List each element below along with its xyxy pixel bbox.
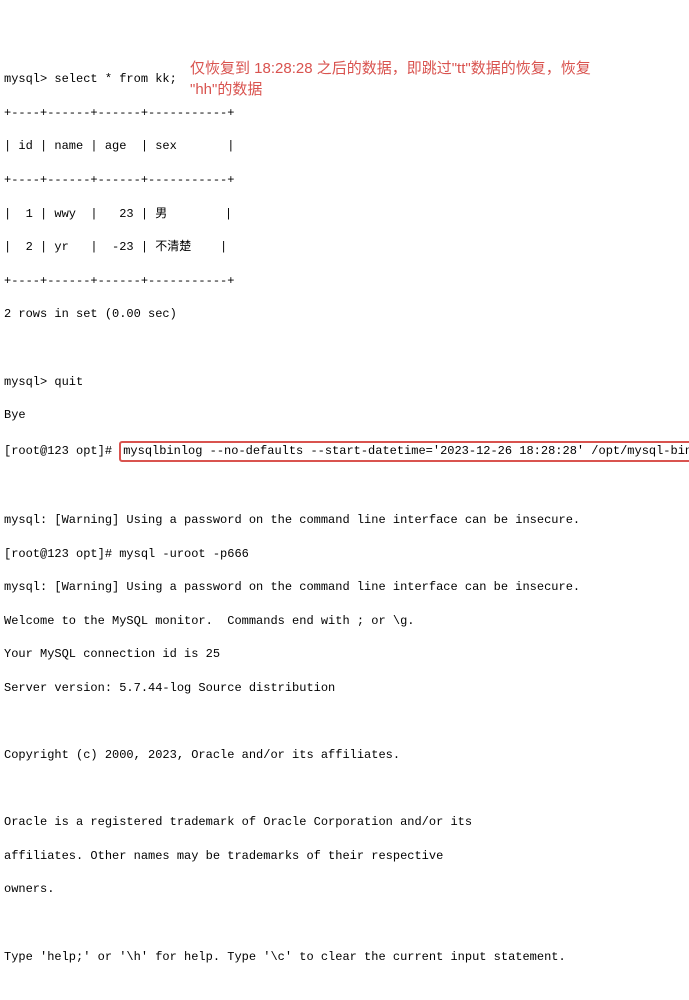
table-sep: +----+------+------+-----------+ (4, 172, 685, 189)
table-row: | 2 | yr | -23 | 不清楚 | (4, 239, 685, 256)
welcome: Server version: 5.7.44-log Source distri… (4, 680, 685, 697)
copyright: Copyright (c) 2000, 2023, Oracle and/or … (4, 747, 685, 764)
shell-line: [root@123 opt]# mysqlbinlog --no-default… (4, 441, 685, 462)
table-row: | 1 | wwy | 23 | 男 | (4, 206, 685, 223)
bye-msg: Bye (4, 407, 685, 424)
help-text: Type 'help;' or '\h' for help. Type '\c'… (4, 949, 685, 966)
trademark: affiliates. Other names may be trademark… (4, 848, 685, 865)
welcome: Welcome to the MySQL monitor. Commands e… (4, 613, 685, 630)
warning: mysql: [Warning] Using a password on the… (4, 579, 685, 596)
table-sep: +----+------+------+-----------+ (4, 105, 685, 122)
binlog-command-highlight: mysqlbinlog --no-defaults --start-dateti… (119, 441, 689, 462)
annotation-text: 仅恢复到 18:28:28 之后的数据，即跳过"tt"数据的恢复，恢复 "hh"… (190, 58, 670, 100)
table-header: | id | name | age | sex | (4, 138, 685, 155)
trademark: owners. (4, 881, 685, 898)
table-sep: +----+------+------+-----------+ (4, 273, 685, 290)
trademark: Oracle is a registered trademark of Orac… (4, 814, 685, 831)
login-cmd: [root@123 opt]# mysql -uroot -p666 (4, 546, 685, 563)
quit-cmd: mysql> quit (4, 374, 685, 391)
warning: mysql: [Warning] Using a password on the… (4, 512, 685, 529)
row-count: 2 rows in set (0.00 sec) (4, 306, 685, 323)
welcome: Your MySQL connection id is 25 (4, 646, 685, 663)
